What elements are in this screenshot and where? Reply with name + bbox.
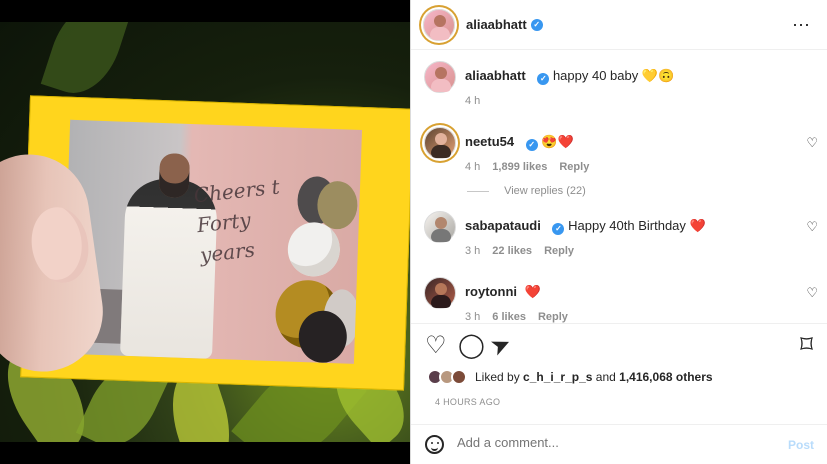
comment-time: 4 h [465,161,481,173]
comment-likes[interactable]: 22 likes [492,245,532,257]
comment-meta: 3 h 6 likes Reply [465,311,788,323]
caption-meta: 4 h [465,95,788,107]
card-photo: Cheers t Forty years [62,119,363,364]
heart-outline-icon[interactable]: ♡ [806,219,818,235]
liked-avatars [427,369,467,385]
post-photo[interactable]: Cheers t Forty years [0,22,410,442]
post-username[interactable]: aliaabhatt [466,17,527,32]
comment-input[interactable] [457,435,767,450]
reply-button[interactable]: Reply [544,245,574,257]
comment-text: 😍❤️ [541,134,574,149]
liked-by-and: and [595,370,616,384]
comment-time: 3 h [465,245,481,257]
person-head [158,152,191,198]
leaf-decoration [40,22,132,104]
white-balloon [286,221,341,278]
comments-list[interactable]: aliaabhatt ✓ happy 40 baby 💛🙃 4 h neetu5… [411,51,827,323]
verified-icon: ✓ [525,139,538,151]
comment-username[interactable]: neetu54 [465,134,514,149]
comment-meta: 4 h 1,899 likes Reply [465,161,788,173]
comment-item: roytonni ❤️ 3 h 6 likes Reply ♡ [411,277,827,323]
caption-emoji: 💛🙃 [641,68,675,83]
view-replies[interactable]: View replies (22) [411,185,827,197]
comments-panel: aliaabhatt ✓ ⋯ aliaabhatt ✓ happy 40 bab… [410,0,827,464]
comment-username[interactable]: roytonni [465,284,517,299]
heart-outline-icon[interactable]: ♡ [806,285,818,301]
avatar[interactable] [424,277,456,309]
bookmark-icon[interactable]: ⌑ [800,333,813,358]
add-comment-bar: Post [411,424,827,464]
comment-item: neetu54 ✓ 😍❤️ 4 h 1,899 likes Reply ♡ [411,127,827,173]
avatar[interactable] [424,61,456,93]
black-balloon [297,309,348,364]
avatar[interactable] [424,211,456,243]
cheers-forty-text: Cheers t Forty years [192,174,281,268]
liked-by-prefix: Liked by [475,370,520,384]
view-replies-label[interactable]: View replies (22) [504,185,586,197]
verified-icon: ✓ [537,73,550,85]
avatar [451,369,467,385]
comment-text: Happy 40th Birthday ❤️ [568,218,706,233]
more-horizontal-icon[interactable]: ⋯ [792,15,811,36]
post-timestamp: 4 HOURS AGO [435,397,501,407]
caption-time: 4 h [465,95,481,107]
heart-outline-icon[interactable]: ♡ [425,334,447,358]
gold-balloon [316,180,359,230]
comment-username[interactable]: sabapataudi [465,218,541,233]
reply-button[interactable]: Reply [559,161,589,173]
post-photo-panel: Cheers t Forty years [0,0,410,464]
avatar[interactable] [423,8,455,41]
post-button[interactable]: Post [788,438,814,452]
verified-icon: ✓ [552,223,565,235]
heart-outline-icon[interactable]: ♡ [806,135,818,151]
comment-likes[interactable]: 6 likes [492,311,526,323]
likes-summary[interactable]: Liked by c_h_i_r_p_s and 1,416,068 other… [427,369,713,385]
reply-button[interactable]: Reply [538,311,568,323]
liked-by-count[interactable]: 1,416,068 others [619,370,712,384]
liked-by-user[interactable]: c_h_i_r_p_s [523,370,592,384]
avatar[interactable] [424,127,456,159]
comment-text: ❤️ [524,284,541,299]
replies-line [467,190,489,192]
instagram-post-view: Cheers t Forty years aliaabhatt ✓ ⋯ alia… [0,0,827,464]
comment-meta: 3 h 22 likes Reply [465,245,788,257]
comment-time: 3 h [465,311,481,323]
caption-username[interactable]: aliaabhatt [465,68,526,83]
post-header: aliaabhatt ✓ ⋯ [411,0,827,50]
comment-likes[interactable]: 1,899 likes [492,161,547,173]
post-actions: ♡ ◯ ➤ ⌑ [411,323,827,367]
share-icon[interactable]: ➤ [486,329,515,362]
caption-text: happy 40 baby [552,68,639,83]
comment-item: sabapataudi ✓ Happy 40th Birthday ❤️ 3 h… [411,211,827,257]
emoji-icon[interactable] [425,435,444,454]
caption-item: aliaabhatt ✓ happy 40 baby 💛🙃 4 h [411,61,827,107]
comment-icon[interactable]: ◯ [458,334,485,358]
verified-icon: ✓ [530,18,543,31]
